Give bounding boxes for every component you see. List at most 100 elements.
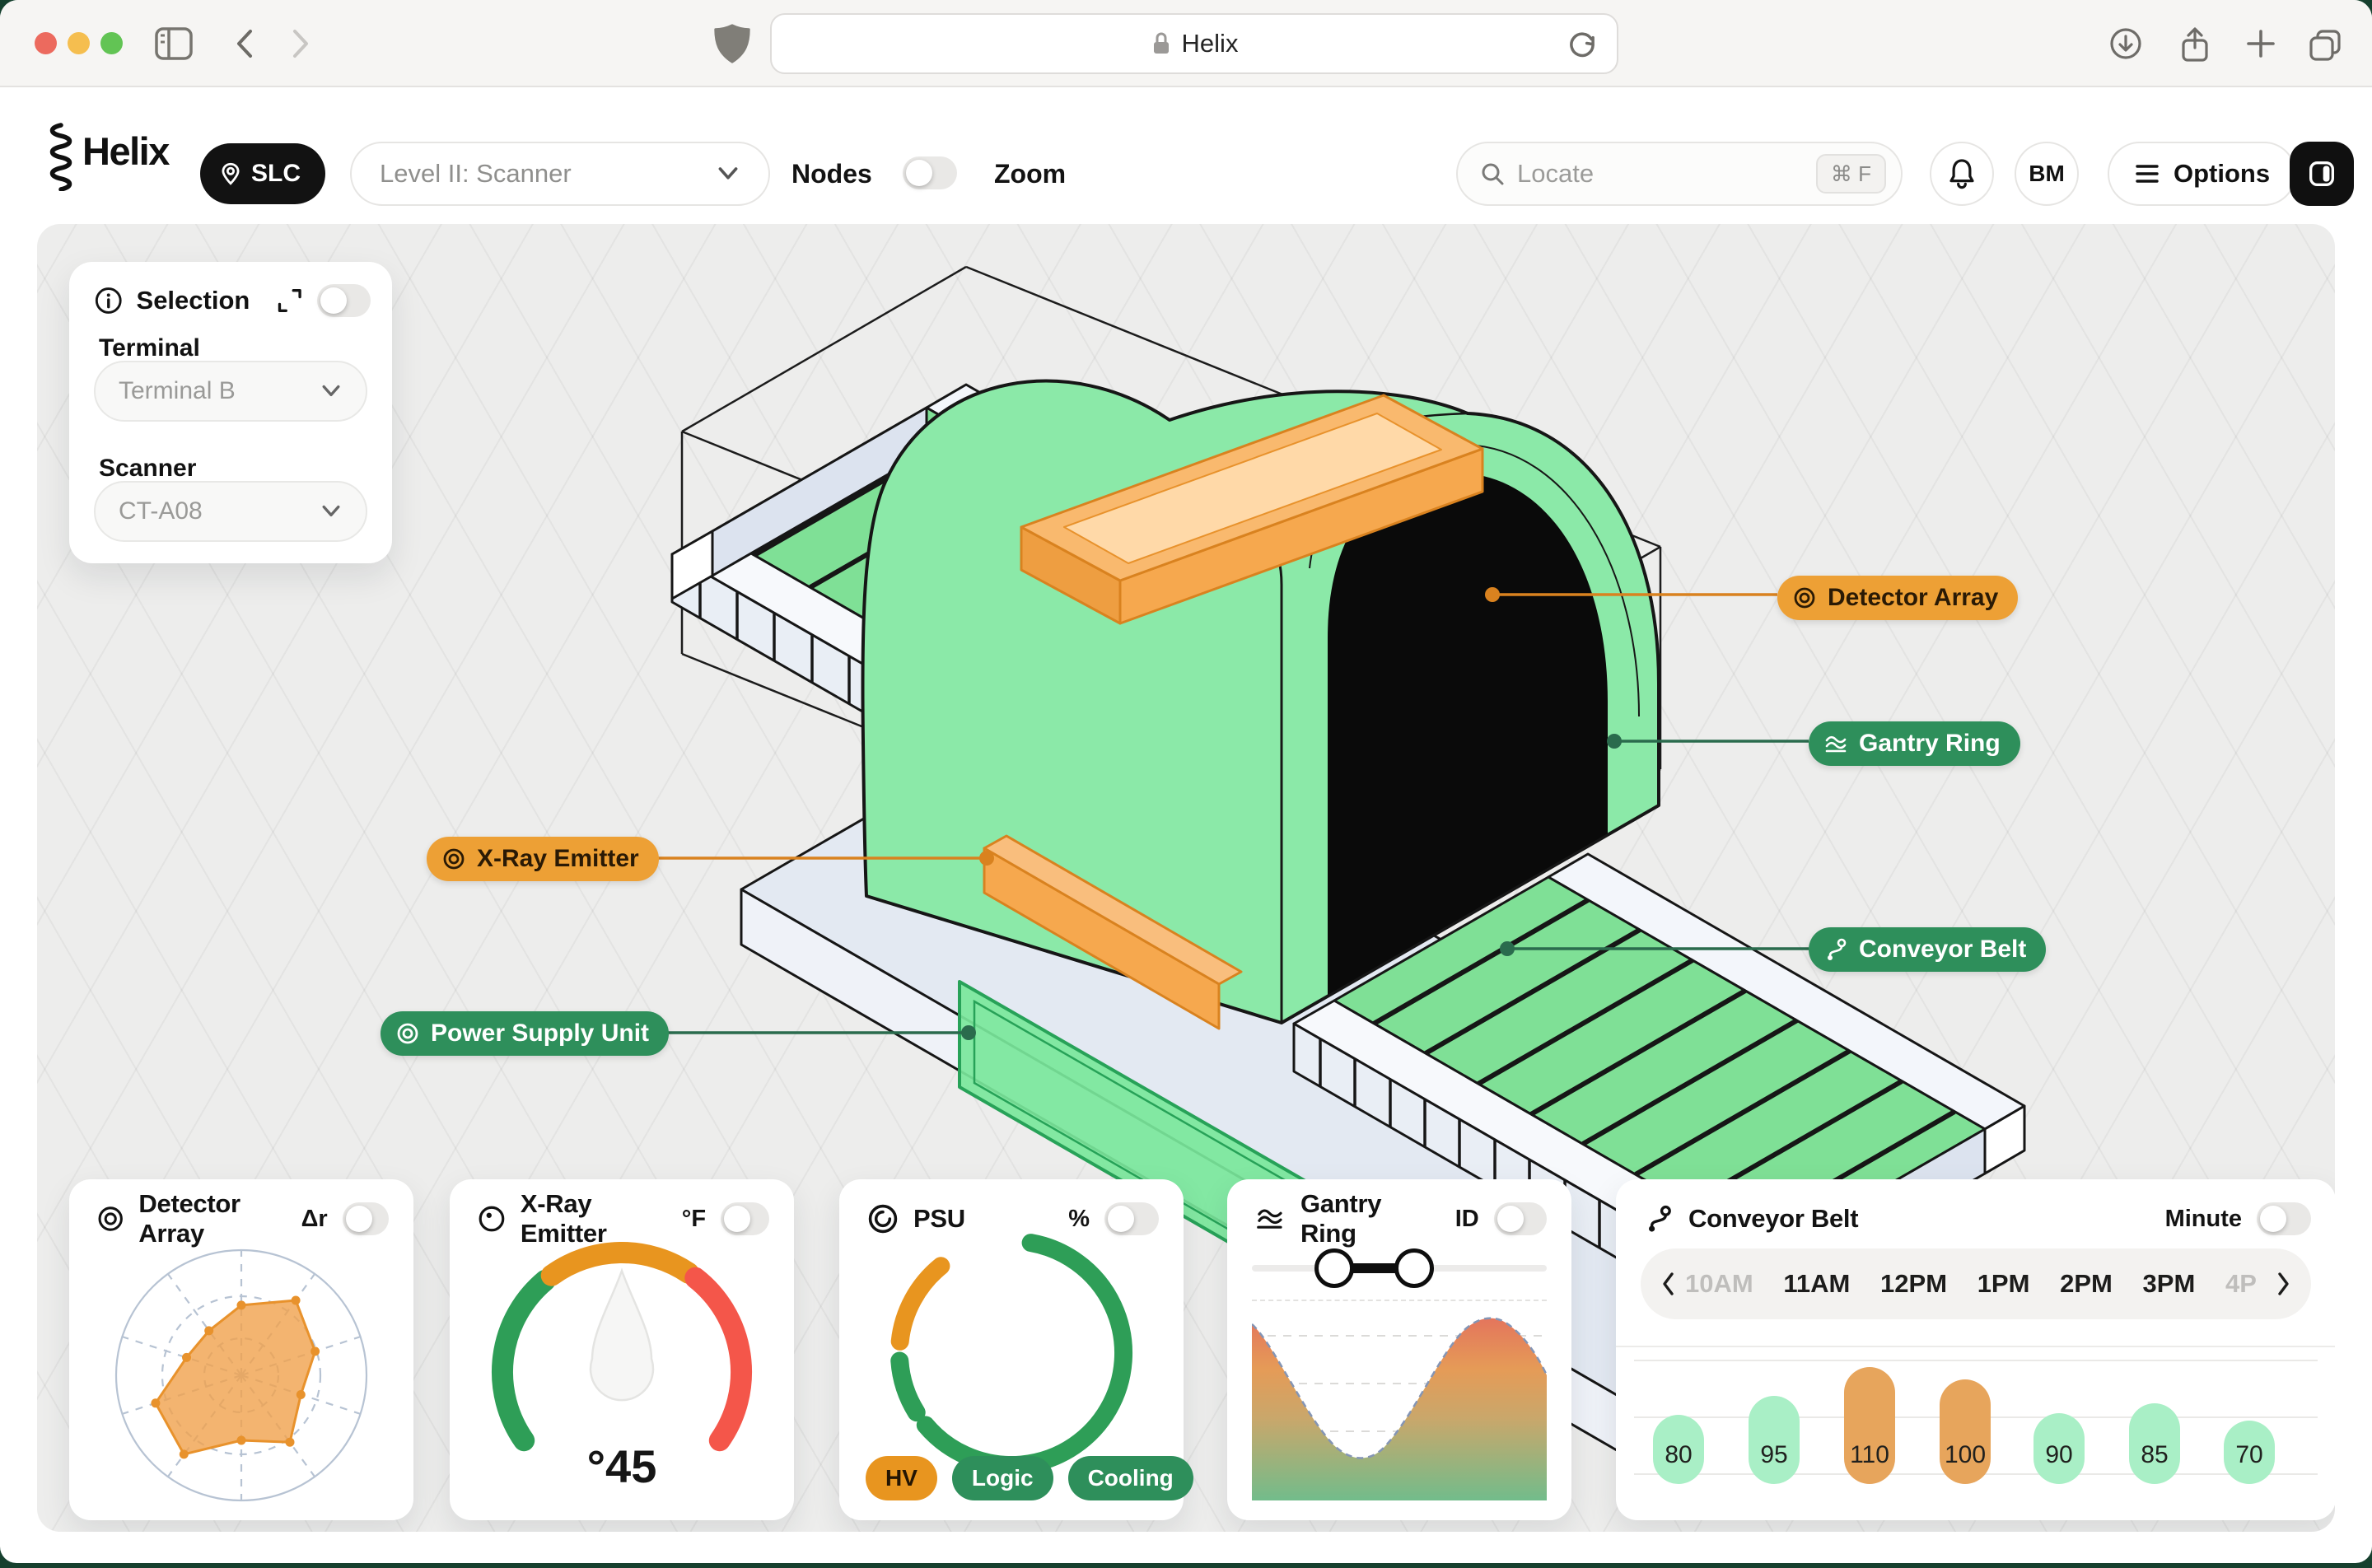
scanner-label: Scanner — [99, 455, 197, 482]
address-bar[interactable]: Helix — [770, 13, 1618, 74]
target-icon — [1794, 587, 1815, 609]
zoom-window-button[interactable] — [100, 32, 123, 54]
privacy-shield-icon[interactable] — [710, 21, 754, 66]
xray-toggle[interactable] — [721, 1202, 769, 1235]
bell-icon — [1949, 159, 1974, 189]
level-selector-value: Level II: Scanner — [380, 159, 572, 188]
target-icon — [98, 1206, 123, 1231]
terminal-select[interactable]: Terminal B — [94, 361, 367, 422]
target-icon — [397, 1023, 418, 1044]
close-window-button[interactable] — [35, 32, 57, 54]
unit-label: Δr — [301, 1205, 328, 1232]
scanner-select[interactable]: CT-A08 — [94, 481, 367, 542]
chevron-down-icon — [322, 385, 340, 397]
callout-label: Gantry Ring — [1859, 730, 2001, 757]
conveyor-toggle[interactable] — [2257, 1202, 2311, 1235]
crop-icon[interactable] — [276, 287, 304, 315]
status-badge: Logic — [951, 1456, 1053, 1500]
toggle-knob — [1497, 1206, 1524, 1232]
time-tab-12pm[interactable]: 12PM — [1880, 1269, 1947, 1299]
waves-icon — [1825, 735, 1847, 753]
reload-icon[interactable] — [1566, 29, 1599, 62]
range-handle-left[interactable] — [1314, 1248, 1355, 1288]
callout-conveyor-belt[interactable]: Conveyor Belt — [1809, 927, 2047, 972]
level-selector[interactable]: Level II: Scanner — [350, 142, 770, 206]
gauge-needle — [589, 1267, 655, 1402]
target-icon — [443, 848, 465, 870]
card-title: Conveyor Belt — [1688, 1204, 1859, 1233]
new-tab-icon[interactable] — [2242, 25, 2280, 63]
time-tabs: 10AM 11AM 12PM 1PM 2PM 3PM 4P — [1641, 1248, 2311, 1319]
nodes-toggle[interactable] — [903, 156, 957, 189]
options-button[interactable]: Options — [2108, 142, 2297, 206]
gantry-range-slider[interactable] — [1252, 1248, 1547, 1288]
card-conveyor-belt: Conveyor Belt Minute 10AM 11AM 12PM 1PM 2PM 3… — [1616, 1179, 2335, 1520]
back-icon[interactable] — [231, 25, 259, 63]
detector-toggle[interactable] — [342, 1202, 389, 1235]
radar-chart — [114, 1248, 368, 1502]
bar-value: 100 — [1945, 1441, 1986, 1468]
forward-icon[interactable] — [287, 25, 315, 63]
info-icon — [95, 287, 122, 314]
toggle-knob — [1108, 1206, 1134, 1232]
selection-toggle[interactable] — [316, 284, 371, 317]
chevron-right-icon[interactable] — [2275, 1270, 2293, 1298]
callout-label: Conveyor Belt — [1859, 936, 2027, 963]
card-title: Gantry Ring — [1300, 1189, 1382, 1248]
gauge-reading: °45 — [587, 1440, 657, 1492]
card-xray-emitter: X-Ray Emitter °F °45 — [450, 1179, 794, 1520]
minimize-window-button[interactable] — [68, 32, 90, 54]
side-panel-button[interactable] — [2290, 142, 2354, 206]
callout-detector-array[interactable]: Detector Array — [1777, 576, 2019, 620]
sidebar-icon[interactable] — [153, 25, 194, 63]
selection-panel: Selection Terminal Terminal B Scanner CT… — [69, 262, 392, 563]
unit-label: °F — [681, 1205, 707, 1232]
bar-value: 90 — [2045, 1441, 2072, 1468]
map-pin-icon — [222, 162, 240, 185]
gantry-toggle[interactable] — [1493, 1202, 1547, 1235]
avatar-initials: BM — [2029, 161, 2065, 186]
bar-value: 80 — [1665, 1441, 1692, 1468]
throughput-bar-chart: 80 95 110 100 90 85 70 — [1634, 1360, 2318, 1484]
share-icon[interactable] — [2174, 25, 2216, 66]
bar-value: 110 — [1850, 1441, 1889, 1468]
card-gantry-ring: Gantry Ring ID — [1227, 1179, 1571, 1520]
callout-gantry-ring[interactable]: Gantry Ring — [1809, 721, 2020, 766]
locate-input[interactable] — [1517, 159, 1805, 189]
waves-icon — [1257, 1209, 1282, 1229]
card-psu: PSU % HV Logic Cooling — [839, 1179, 1193, 1520]
bar-value: 70 — [2235, 1441, 2262, 1468]
power-ring-icon — [868, 1204, 898, 1234]
unit-label: ID — [1454, 1205, 1479, 1232]
card-title: PSU — [913, 1204, 965, 1233]
focus-icon — [479, 1206, 505, 1232]
card-detector-array: Detector Array Δr — [69, 1179, 413, 1520]
bar-95 — [1749, 1396, 1800, 1484]
time-tab-3pm[interactable]: 3PM — [2143, 1269, 2196, 1299]
avatar[interactable]: BM — [2015, 142, 2079, 206]
site-badge-slc[interactable]: SLC — [200, 143, 325, 204]
time-tab-11am[interactable]: 11AM — [1783, 1269, 1850, 1299]
range-handle-right[interactable] — [1394, 1248, 1434, 1288]
scanner-canvas: Detector Array Gantry Ring X-Ray Emitter… — [37, 224, 2335, 1532]
status-badge: HV — [866, 1456, 937, 1500]
site-badge-label: SLC — [251, 160, 301, 187]
callout-power-supply[interactable]: Power Supply Unit — [381, 1011, 670, 1056]
time-tab-1pm[interactable]: 1PM — [1977, 1269, 2030, 1299]
time-tab-4p[interactable]: 4P — [2225, 1269, 2267, 1299]
notifications-button[interactable] — [1930, 142, 1994, 206]
downloads-icon[interactable] — [2105, 25, 2146, 63]
brand-title: Helix — [82, 129, 170, 173]
toggle-knob — [345, 1206, 372, 1232]
locate-search[interactable]: ⌘ F — [1456, 142, 1903, 206]
callout-xray-emitter[interactable]: X-Ray Emitter — [427, 837, 659, 881]
terminal-label: Terminal — [99, 334, 200, 362]
bar-value: 85 — [2141, 1441, 2168, 1468]
divider — [1616, 1346, 2335, 1347]
tab-overview-icon[interactable] — [2304, 25, 2346, 66]
psu-toggle[interactable] — [1104, 1202, 1159, 1235]
time-tab-10am[interactable]: 10AM — [1685, 1269, 1753, 1299]
chevron-left-icon[interactable] — [1659, 1270, 1677, 1298]
zoom-label: Zoom — [994, 159, 1067, 189]
time-tab-2pm[interactable]: 2PM — [2060, 1269, 2113, 1299]
